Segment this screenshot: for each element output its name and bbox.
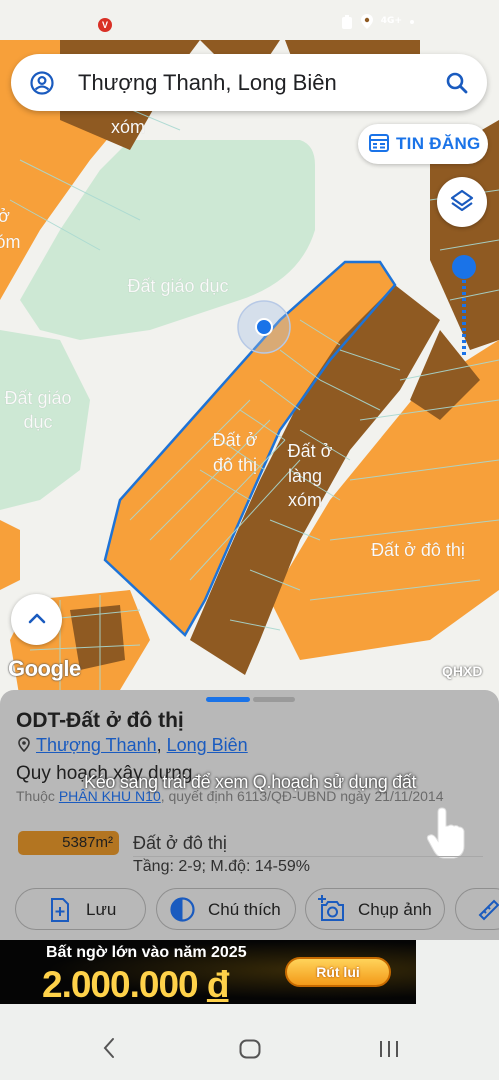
- signal-dot-icon: [410, 19, 414, 24]
- map-label: Đất ở: [288, 441, 333, 461]
- ad-headline: Bất ngờ lớn vào năm 2025: [46, 944, 247, 961]
- app-notification-icon: V: [98, 18, 112, 32]
- map-label: đô thị: [213, 455, 257, 475]
- save-button[interactable]: Lưu: [15, 888, 146, 930]
- recents-icon[interactable]: [378, 1039, 400, 1059]
- contrast-icon: [170, 897, 195, 922]
- ad-cta-button[interactable]: Rút lui: [285, 957, 391, 987]
- save-label: Lưu: [86, 900, 117, 919]
- layers-icon: [450, 189, 474, 212]
- area-badge: 5387m²: [18, 831, 119, 855]
- qhxd-label: QHXD: [442, 663, 483, 679]
- map-label: xóm: [288, 490, 322, 510]
- location-line: Thượng Thanh, Long Biên: [18, 735, 248, 756]
- map-label: xóm: [111, 117, 145, 137]
- map-label: Đất giáo dục: [127, 276, 228, 296]
- tin-dang-button[interactable]: TIN ĐĂNG: [358, 124, 488, 164]
- map-label: Đất giáo: [4, 388, 71, 408]
- legend-button[interactable]: Chú thích: [156, 888, 296, 930]
- ward-link[interactable]: Thượng Thanh: [36, 735, 157, 755]
- land-type: Đất ở đô thị: [133, 833, 227, 853]
- map-label: dục: [23, 412, 52, 432]
- tin-dang-label: TIN ĐĂNG: [396, 134, 481, 153]
- swipe-hand-icon: [426, 807, 465, 859]
- tools-button[interactable]: [455, 888, 499, 930]
- search-bar[interactable]: Thượng Thanh, Long Biên: [11, 54, 487, 111]
- map-label: óm: [0, 232, 21, 252]
- navigation-bar: [0, 1004, 499, 1080]
- search-icon[interactable]: [445, 71, 469, 95]
- google-logo: Google: [8, 656, 81, 681]
- ad-amount: 2.000.000 đ: [42, 964, 229, 1004]
- map-label: ở: [0, 206, 10, 226]
- floors-density: Tầng: 2-9; M.độ: 14-59%: [133, 858, 310, 875]
- ruler-icon: [478, 899, 499, 921]
- divider: [133, 856, 483, 857]
- location-pin-icon: [18, 737, 30, 753]
- listing-icon: [369, 134, 389, 152]
- location-icon: [360, 14, 373, 29]
- zone-title: ODT-Đất ở đô thị: [16, 709, 184, 732]
- capture-button[interactable]: Chụp ảnh: [305, 888, 445, 930]
- battery-saver-icon: [341, 14, 352, 29]
- search-input[interactable]: Thượng Thanh, Long Biên: [78, 70, 337, 96]
- camera-add-icon: [318, 895, 344, 921]
- add-file-icon: [51, 898, 69, 922]
- page-indicator: [206, 697, 296, 703]
- map-label: Đất ở đô thị: [371, 540, 465, 560]
- home-icon[interactable]: [239, 1039, 261, 1059]
- swipe-hint: Kéo sang trái để xem Q.hoạch sử dụng đất: [84, 772, 417, 792]
- zoom-slider-handle[interactable]: [452, 255, 476, 279]
- residential-block: [0, 520, 20, 590]
- layers-button[interactable]: [437, 177, 487, 227]
- account-icon[interactable]: [30, 71, 54, 95]
- district-link[interactable]: Long Biên: [167, 735, 248, 755]
- map-label: Đất ở: [213, 430, 258, 450]
- legend-label: Chú thích: [208, 900, 281, 919]
- back-icon[interactable]: [102, 1037, 116, 1059]
- chevron-up-icon: [28, 613, 46, 624]
- capture-label: Chụp ảnh: [358, 900, 432, 919]
- network-type: 4G+: [380, 16, 402, 26]
- expand-up-button[interactable]: [11, 594, 62, 645]
- status-bar: V 4G+: [0, 0, 499, 42]
- map-label: làng: [288, 466, 322, 486]
- location-separator: ,: [156, 735, 167, 755]
- area-value: 5387m²: [62, 834, 113, 851]
- my-location-dot: [255, 318, 273, 336]
